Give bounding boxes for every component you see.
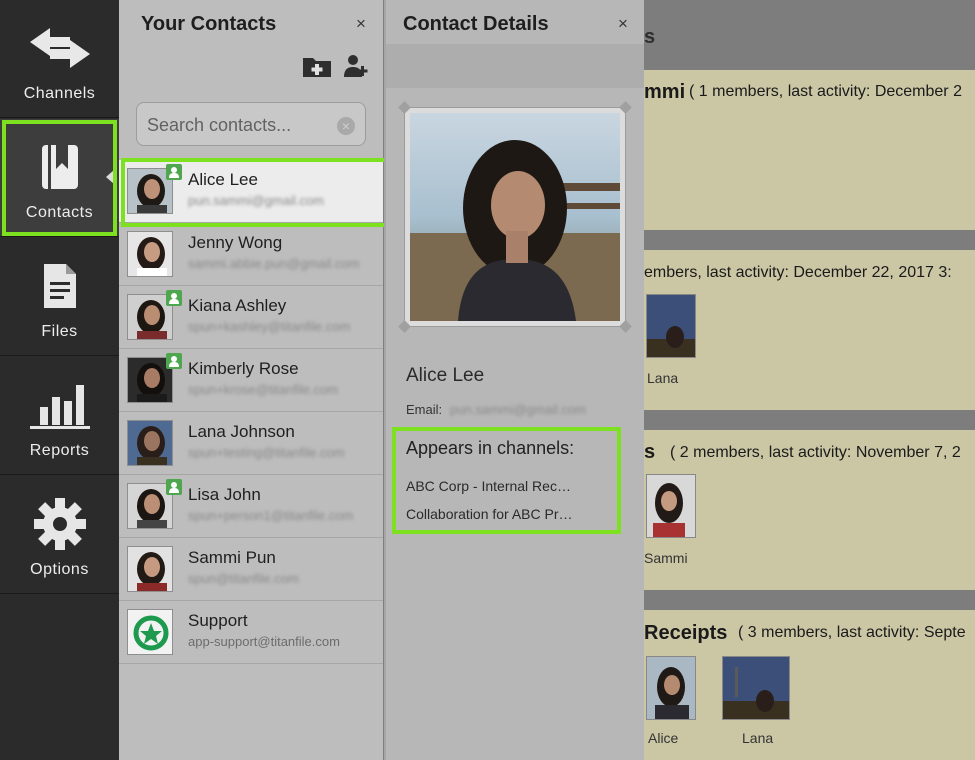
contact-email: spun+person1@titanfile.com [188, 508, 354, 523]
contact-row[interactable]: Kimberly Rose spun+krose@titanfile.com [119, 349, 383, 412]
member-name: Alice [648, 730, 679, 746]
add-contact-button[interactable] [343, 54, 369, 83]
appears-in-channels-section: Appears in channels: ABC Corp - Internal… [392, 427, 621, 534]
nav-contacts-highlight [2, 120, 117, 236]
user-badge-icon [166, 479, 182, 495]
search-input[interactable] [145, 111, 329, 139]
channel-meta: ( 2 members, last activity: November 7, … [670, 444, 961, 461]
avatar [127, 546, 173, 592]
user-badge-icon [166, 290, 182, 306]
contact-row[interactable]: Support app-support@titanfile.com [119, 601, 383, 664]
add-group-button[interactable] [302, 54, 332, 83]
nav-label-reports: Reports [29, 442, 90, 459]
channel-title: s [644, 441, 656, 463]
contact-name: Kimberly Rose [188, 359, 299, 378]
contacts-toolbar [119, 44, 383, 88]
channel-link[interactable]: ABC Corp - Internal Rec… [406, 478, 571, 494]
contact-row[interactable]: Sammi Pun spun@titanfile.com [119, 538, 383, 601]
gear-icon [0, 498, 119, 550]
channel-title: mmi [644, 81, 686, 103]
channels-icon [0, 22, 119, 74]
avatar [127, 609, 173, 655]
channel-meta: ( 1 members, last activity: December 2 [689, 83, 962, 100]
user-badge-icon [166, 353, 182, 369]
contact-photo-frame [398, 101, 632, 333]
contact-photo [410, 113, 620, 321]
email-label: Email: [406, 402, 443, 417]
contact-detail-name: Alice Lee [406, 365, 485, 386]
contact-name: Lana Johnson [188, 422, 295, 441]
frame-corner [619, 101, 632, 114]
member-name: Sammi [644, 550, 688, 566]
clear-search-icon[interactable]: × [337, 117, 355, 135]
search-contacts: × [136, 102, 366, 146]
contact-name: Jenny Wong [188, 233, 283, 252]
details-toolbar [386, 44, 644, 88]
contacts-panel-title: Your Contacts [141, 13, 277, 35]
nav-label-channels: Channels [23, 85, 96, 102]
member-avatar [722, 656, 790, 720]
nav-item-options[interactable]: Options [0, 476, 119, 594]
nav-item-channels[interactable]: Channels [0, 0, 119, 118]
nav-label-options: Options [30, 561, 89, 578]
contact-name: Support [188, 611, 248, 630]
channels-header: s [644, 26, 656, 48]
contact-details-panel: Contact Details × Alice Lee Email: pun.s… [384, 0, 644, 760]
channel-card[interactable]: s ( 2 members, last activity: November 7… [644, 430, 975, 590]
appears-in-channels-title: Appears in channels: [406, 438, 575, 458]
member-avatar [646, 474, 696, 538]
bar-chart-icon [0, 379, 119, 431]
selected-contact-highlight [121, 158, 389, 227]
contact-list: Alice Lee pun.sammi@gmail.com Jenny Wong sa… [119, 160, 383, 664]
contact-email: spun+testing@titanfile.com [188, 445, 345, 460]
frame-corner [619, 320, 632, 333]
channels-background: s mmi ( 1 members, last activity: Decemb… [644, 0, 975, 760]
contact-row[interactable]: Lisa John spun+person1@titanfile.com [119, 475, 383, 538]
nav-item-files[interactable]: Files [0, 238, 119, 356]
email-value: pun.sammi@gmail.com [450, 402, 587, 417]
frame-corner [398, 320, 411, 333]
member-name: Lana [742, 730, 774, 746]
contact-email: app-support@titanfile.com [188, 634, 340, 649]
contact-email: spun+kashley@titanfile.com [188, 319, 351, 334]
avatar [127, 231, 173, 277]
channel-card[interactable]: Receipts ( 3 members, last activity: Sep… [644, 610, 975, 760]
details-panel-title: Contact Details [403, 13, 549, 35]
contact-name: Kiana Ashley [188, 296, 287, 315]
contact-email: spun@titanfile.com [188, 571, 299, 586]
folder-plus-icon [303, 58, 331, 77]
channel-card[interactable]: embers, last activity: December 22, 2017… [644, 250, 975, 410]
file-icon [0, 260, 119, 312]
member-name: Lana [647, 370, 679, 386]
contact-name: Sammi Pun [188, 548, 276, 567]
frame-corner [398, 101, 411, 114]
add-user-icon [344, 55, 368, 77]
nav-label-files: Files [41, 323, 78, 340]
contact-row[interactable]: Jenny Wong sammi.abbie.pun@gmail.com [119, 223, 383, 286]
contact-email: sammi.abbie.pun@gmail.com [188, 256, 360, 271]
details-close-button[interactable]: × [618, 14, 628, 34]
contact-name: Lisa John [188, 485, 261, 504]
channel-link[interactable]: Collaboration for ABC Pr… [406, 506, 573, 522]
contacts-panel: Your Contacts × × Alice Leepun.sammi@gma… [119, 0, 383, 760]
channel-title: Receipts [644, 622, 728, 644]
avatar [127, 420, 173, 466]
main-navigation: Channels Contacts Files Reports Options [0, 0, 119, 760]
channel-meta: embers, last activity: December 22, 2017… [644, 264, 952, 281]
channel-meta: ( 3 members, last activity: Septe [738, 624, 966, 641]
contact-email: spun+krose@titanfile.com [188, 382, 339, 397]
member-avatar [646, 656, 696, 720]
channel-card[interactable]: mmi ( 1 members, last activity: December… [644, 70, 975, 230]
contacts-close-button[interactable]: × [356, 14, 366, 34]
contact-row[interactable]: Lana Johnson spun+testing@titanfile.com [119, 412, 383, 475]
member-avatar [646, 294, 696, 358]
contact-row[interactable]: Kiana Ashley spun+kashley@titanfile.com [119, 286, 383, 349]
nav-item-reports[interactable]: Reports [0, 357, 119, 475]
